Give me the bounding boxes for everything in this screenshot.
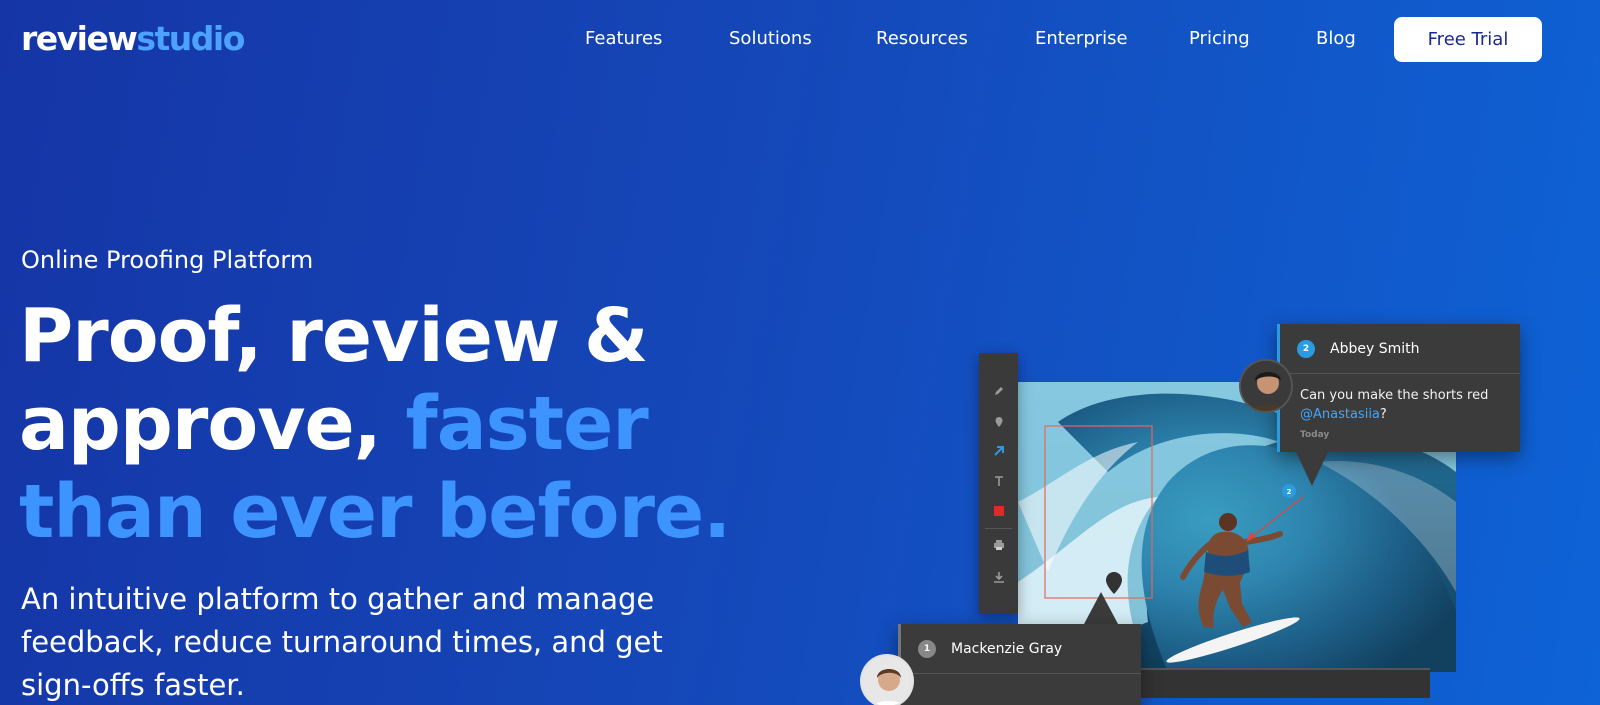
free-trial-button[interactable]: Free Trial bbox=[1394, 17, 1542, 62]
comment-time: Today bbox=[1300, 430, 1330, 440]
hero-headline: Proof, review & approve, faster than eve… bbox=[19, 292, 859, 556]
headline-line-1: Proof, review & bbox=[19, 293, 649, 379]
color-swatch-icon[interactable] bbox=[979, 501, 1018, 521]
comment-header-2: 1 Mackenzie Gray bbox=[901, 624, 1141, 674]
text-icon[interactable] bbox=[979, 471, 1018, 491]
comment-header: 2 Abbey Smith bbox=[1280, 324, 1520, 374]
headline-line-2b: faster bbox=[405, 381, 649, 467]
comment-punct: ? bbox=[1379, 407, 1387, 422]
logo-text-studio: studio bbox=[136, 19, 245, 58]
avatar-mackenzie bbox=[860, 654, 914, 705]
comment-card-abbey[interactable]: 2 Abbey Smith Can you make the shorts re… bbox=[1277, 324, 1520, 452]
hero-subtext: An intuitive platform to gather and mana… bbox=[21, 582, 663, 702]
comment-number-badge: 2 bbox=[1297, 339, 1315, 358]
comment-author: Abbey Smith bbox=[1330, 340, 1420, 357]
headline-line-3: than ever before. bbox=[19, 469, 731, 555]
comment-mention[interactable]: @Anastasiia bbox=[1300, 407, 1380, 422]
comment-pointer bbox=[1296, 452, 1328, 486]
comment-text: Can you make the shorts red bbox=[1300, 388, 1489, 403]
annotation-toolbar bbox=[979, 353, 1018, 614]
toolbar-divider bbox=[985, 528, 1012, 529]
nav-features[interactable]: Features bbox=[585, 27, 662, 51]
comment-card-mackenzie[interactable]: 1 Mackenzie Gray bbox=[898, 624, 1141, 705]
nav-resources[interactable]: Resources bbox=[876, 27, 968, 51]
photo-marker-number: 2 bbox=[1287, 488, 1292, 496]
comment-body: Can you make the shorts red @Anastasiia? bbox=[1280, 374, 1520, 424]
timeline-bar bbox=[1140, 668, 1430, 698]
print-icon[interactable] bbox=[979, 535, 1018, 555]
pin-icon[interactable] bbox=[979, 412, 1018, 432]
headline-line-2a: approve, bbox=[19, 381, 406, 467]
logo[interactable]: reviewstudio bbox=[21, 18, 245, 60]
nav-pricing[interactable]: Pricing bbox=[1189, 27, 1250, 51]
comment-pointer-2 bbox=[1084, 592, 1118, 624]
avatar-abbey bbox=[1239, 359, 1293, 413]
pencil-icon[interactable] bbox=[979, 381, 1018, 401]
nav-blog[interactable]: Blog bbox=[1316, 27, 1356, 51]
comment-author-2: Mackenzie Gray bbox=[951, 640, 1063, 657]
logo-text-review: review bbox=[21, 19, 138, 58]
hero-eyebrow: Online Proofing Platform bbox=[21, 246, 314, 274]
comment-number-badge-2: 1 bbox=[918, 639, 936, 658]
download-icon[interactable] bbox=[979, 567, 1018, 587]
arrow-icon[interactable] bbox=[979, 441, 1018, 461]
nav-enterprise[interactable]: Enterprise bbox=[1035, 27, 1128, 51]
nav-solutions[interactable]: Solutions bbox=[729, 27, 812, 51]
